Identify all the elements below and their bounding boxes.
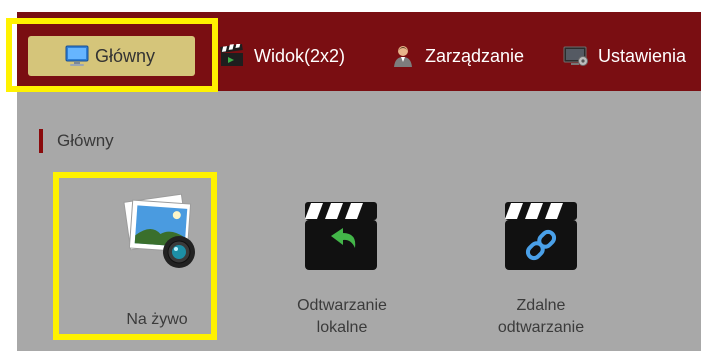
tab-glowny[interactable]: Główny: [28, 36, 195, 76]
tab-label: Widok(2x2): [254, 45, 346, 66]
item-label-line2: odtwarzanie: [497, 319, 585, 336]
tab-label: Ustawienia: [598, 45, 687, 66]
clapperboard-icon: [220, 44, 243, 66]
item-label: Na żywo: [126, 311, 188, 328]
tab-label: Główny: [95, 45, 156, 66]
top-navigation-bar: Główny Widok(2x2) Zarządzanie Ustawienia: [17, 12, 701, 91]
item-local-playback[interactable]: Odtwarzanie lokalne: [272, 182, 412, 342]
tab-widok[interactable]: Widok(2x2): [219, 36, 345, 76]
settings-monitor-icon: [563, 46, 588, 66]
section-accent-bar: [39, 129, 43, 153]
live-photo-camera-icon: [123, 193, 195, 268]
item-label-line1: Odtwarzanie: [297, 297, 387, 314]
section-header: Główny: [39, 129, 114, 153]
tab-ustawienia[interactable]: Ustawienia: [563, 36, 686, 76]
tab-label: Zarządzanie: [425, 45, 525, 66]
item-remote-playback[interactable]: Zdalne odtwarzanie: [471, 182, 611, 342]
monitor-icon: [65, 45, 89, 66]
section-title: Główny: [57, 131, 114, 150]
user-icon: [394, 46, 412, 67]
local-playback-icon: [305, 202, 377, 270]
remote-playback-icon: [505, 202, 577, 270]
item-live-view[interactable]: Na żywo: [87, 182, 227, 337]
item-label-line2: lokalne: [316, 319, 368, 336]
app-window: Główny Widok(2x2) Zarządzanie Ustawienia…: [17, 12, 701, 351]
item-label-line1: Zdalne: [516, 297, 566, 314]
tab-zarzadzanie[interactable]: Zarządzanie: [390, 36, 524, 76]
